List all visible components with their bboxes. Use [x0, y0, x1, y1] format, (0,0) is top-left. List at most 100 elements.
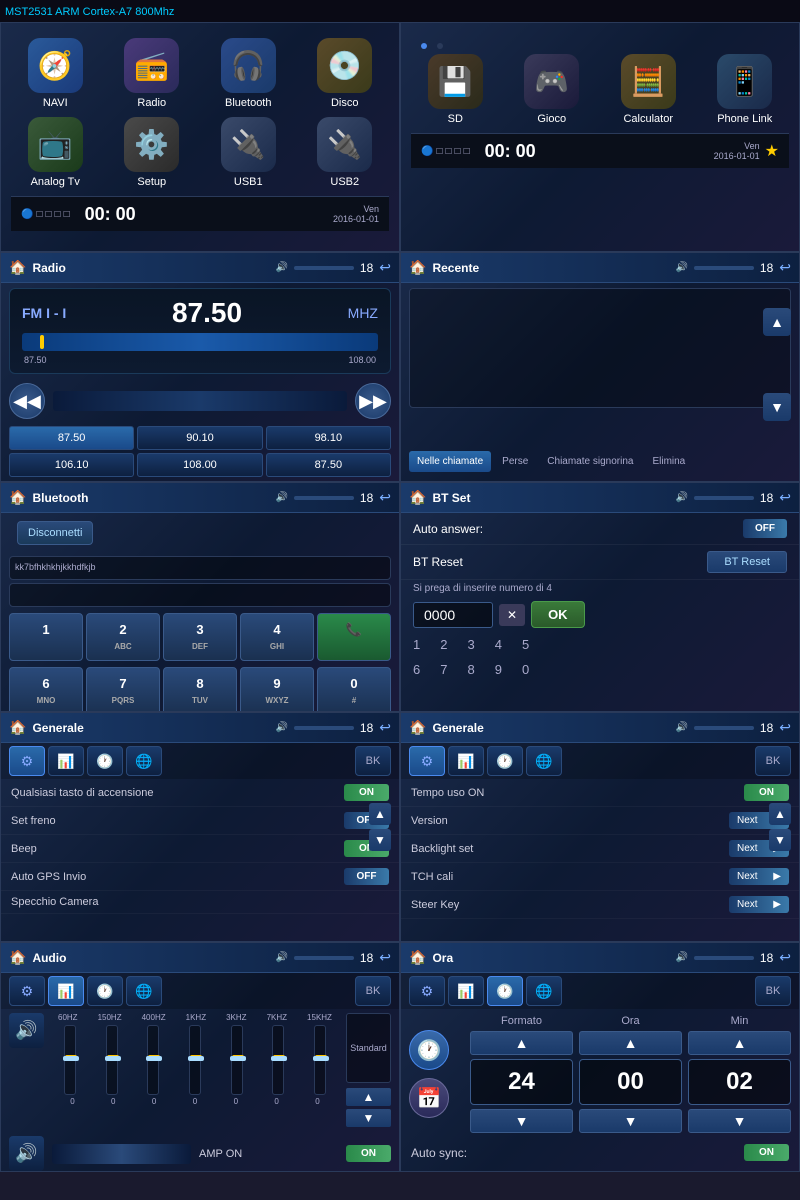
app-usb1[interactable]: 🔌 USB1	[204, 117, 293, 188]
auto-answer-toggle[interactable]: OFF	[743, 519, 787, 538]
vol-slider[interactable]	[294, 266, 354, 270]
app-sd[interactable]: 💾 SD	[411, 54, 500, 125]
audio-tab-globe[interactable]: 🌐	[126, 976, 162, 1006]
audio-home-icon[interactable]: 🏠	[9, 949, 26, 966]
home-icon[interactable]: 🏠	[9, 259, 26, 276]
btset-num-6[interactable]: 6	[413, 662, 420, 677]
ora-tab-gear[interactable]: ⚙	[409, 976, 445, 1006]
key-2[interactable]: 2ABC	[86, 613, 160, 661]
audio-back-icon[interactable]: ↩	[379, 949, 391, 966]
scroll-up-btn[interactable]: ▲	[763, 308, 791, 336]
hour-down[interactable]: ▼	[579, 1109, 682, 1133]
pin-clear-btn[interactable]: ✕	[499, 604, 525, 626]
key-7[interactable]: 7PQRS	[86, 667, 160, 712]
eq-bar-7[interactable]	[314, 1025, 326, 1095]
general2-vol-slider[interactable]	[694, 726, 754, 730]
settings-tab-bk[interactable]: BK	[355, 746, 391, 776]
eq-bar-4[interactable]	[189, 1025, 201, 1095]
preset-down[interactable]: ▼	[346, 1109, 391, 1127]
settings2-tab-clock[interactable]: 🕐	[487, 746, 523, 776]
row-toggle-1[interactable]: ON	[344, 784, 389, 801]
app-calculator[interactable]: 🧮 Calculator	[604, 54, 693, 125]
format-up[interactable]: ▲	[470, 1031, 573, 1055]
calendar-icon[interactable]: 📅	[409, 1078, 449, 1118]
app-usb2[interactable]: 🔌 USB2	[301, 117, 390, 188]
tab-chiamate-signorina[interactable]: Chiamate signorina	[539, 451, 641, 472]
autosync-toggle[interactable]: ON	[744, 1144, 789, 1161]
app-bluetooth[interactable]: 🎧 Bluetooth	[204, 38, 293, 109]
ok-btn[interactable]: OK	[531, 601, 585, 628]
app-analogtv[interactable]: 📺 Analog Tv	[11, 117, 100, 188]
pin-input[interactable]: 0000	[413, 602, 493, 628]
settings-tab-clock[interactable]: 🕐	[87, 746, 123, 776]
key-4[interactable]: 4GHI	[240, 613, 314, 661]
general2-back-icon[interactable]: ↩	[779, 719, 791, 736]
min-down[interactable]: ▼	[688, 1109, 791, 1133]
btset-num-5[interactable]: 5	[522, 637, 529, 652]
prev-btn[interactable]: ◀◀	[9, 383, 45, 419]
speaker-icon-2[interactable]: 🔊	[9, 1136, 44, 1171]
audio-vol-slider[interactable]	[294, 956, 354, 960]
row2-toggle-1[interactable]: ON	[744, 784, 789, 801]
key-0[interactable]: 0#	[317, 667, 391, 712]
general2-home-icon[interactable]: 🏠	[409, 719, 426, 736]
scroll-up-2[interactable]: ▲	[769, 803, 791, 825]
key-1[interactable]: 1	[9, 613, 83, 661]
key-9[interactable]: 9WXYZ	[240, 667, 314, 712]
format-down[interactable]: ▼	[470, 1109, 573, 1133]
eq-bar-6[interactable]	[272, 1025, 284, 1095]
settings-tab-globe[interactable]: 🌐	[126, 746, 162, 776]
audio-tab-bk[interactable]: BK	[355, 976, 391, 1006]
btset-num-4[interactable]: 4	[495, 637, 502, 652]
amp-toggle[interactable]: ON	[346, 1145, 391, 1162]
btset-num-7[interactable]: 7	[440, 662, 447, 677]
settings2-tab-gear[interactable]: ⚙	[409, 746, 445, 776]
app-setup[interactable]: ⚙️ Setup	[108, 117, 197, 188]
ora-home-icon[interactable]: 🏠	[409, 949, 426, 966]
btset-back-icon[interactable]: ↩	[779, 489, 791, 506]
general1-vol-slider[interactable]	[294, 726, 354, 730]
eq-bar-2[interactable]	[106, 1025, 118, 1095]
scroll-down-btn[interactable]: ▼	[763, 393, 791, 421]
audio-tab-eq[interactable]: 📊	[48, 976, 84, 1006]
ora-tab-clock[interactable]: 🕐	[487, 976, 523, 1006]
btset-home-icon[interactable]: 🏠	[409, 489, 426, 506]
bt-reset-btn[interactable]: BT Reset	[707, 551, 787, 573]
app-radio[interactable]: 📻 Radio	[108, 38, 197, 109]
tab-nelle-chiamate[interactable]: Nelle chiamate	[409, 451, 491, 472]
key-6[interactable]: 6MNO	[9, 667, 83, 712]
ora-tab-globe[interactable]: 🌐	[526, 976, 562, 1006]
eq-bar-3[interactable]	[147, 1025, 159, 1095]
key-8[interactable]: 8TUV	[163, 667, 237, 712]
key-3[interactable]: 3DEF	[163, 613, 237, 661]
settings2-tab-eq[interactable]: 📊	[448, 746, 484, 776]
audio-tab-gear[interactable]: ⚙	[9, 976, 45, 1006]
ora-tab-bk[interactable]: BK	[755, 976, 791, 1006]
ora-vol-slider[interactable]	[694, 956, 754, 960]
recent-back-icon[interactable]: ↩	[779, 259, 791, 276]
bt-back-icon[interactable]: ↩	[379, 489, 391, 506]
preset-4[interactable]: 106.10	[9, 453, 134, 477]
row-toggle-4[interactable]: OFF	[344, 868, 389, 885]
row2-next-3[interactable]: Next▶	[729, 868, 789, 885]
preset-6[interactable]: 87.50	[266, 453, 391, 477]
app-disco[interactable]: 💿 Disco	[301, 38, 390, 109]
clock-icon[interactable]: 🕐	[409, 1030, 449, 1070]
preset-up[interactable]: ▲	[346, 1088, 391, 1106]
settings-tab-eq[interactable]: 📊	[48, 746, 84, 776]
app-phonelink[interactable]: 📱 Phone Link	[701, 54, 790, 125]
scroll-up-1[interactable]: ▲	[369, 803, 391, 825]
btset-num-9[interactable]: 9	[495, 662, 502, 677]
ora-tab-eq[interactable]: 📊	[448, 976, 484, 1006]
bt-home-icon[interactable]: 🏠	[9, 489, 26, 506]
min-up[interactable]: ▲	[688, 1031, 791, 1055]
btset-num-3[interactable]: 3	[467, 637, 474, 652]
eq-bar-5[interactable]	[231, 1025, 243, 1095]
tab-elimina[interactable]: Elimina	[644, 451, 693, 472]
app-gioco[interactable]: 🎮 Gioco	[508, 54, 597, 125]
scroll-down-2[interactable]: ▼	[769, 829, 791, 851]
ora-back-icon[interactable]: ↩	[779, 949, 791, 966]
preset-2[interactable]: 90.10	[137, 426, 262, 450]
recent-vol-slider[interactable]	[694, 266, 754, 270]
eq-bar-1[interactable]	[64, 1025, 76, 1095]
